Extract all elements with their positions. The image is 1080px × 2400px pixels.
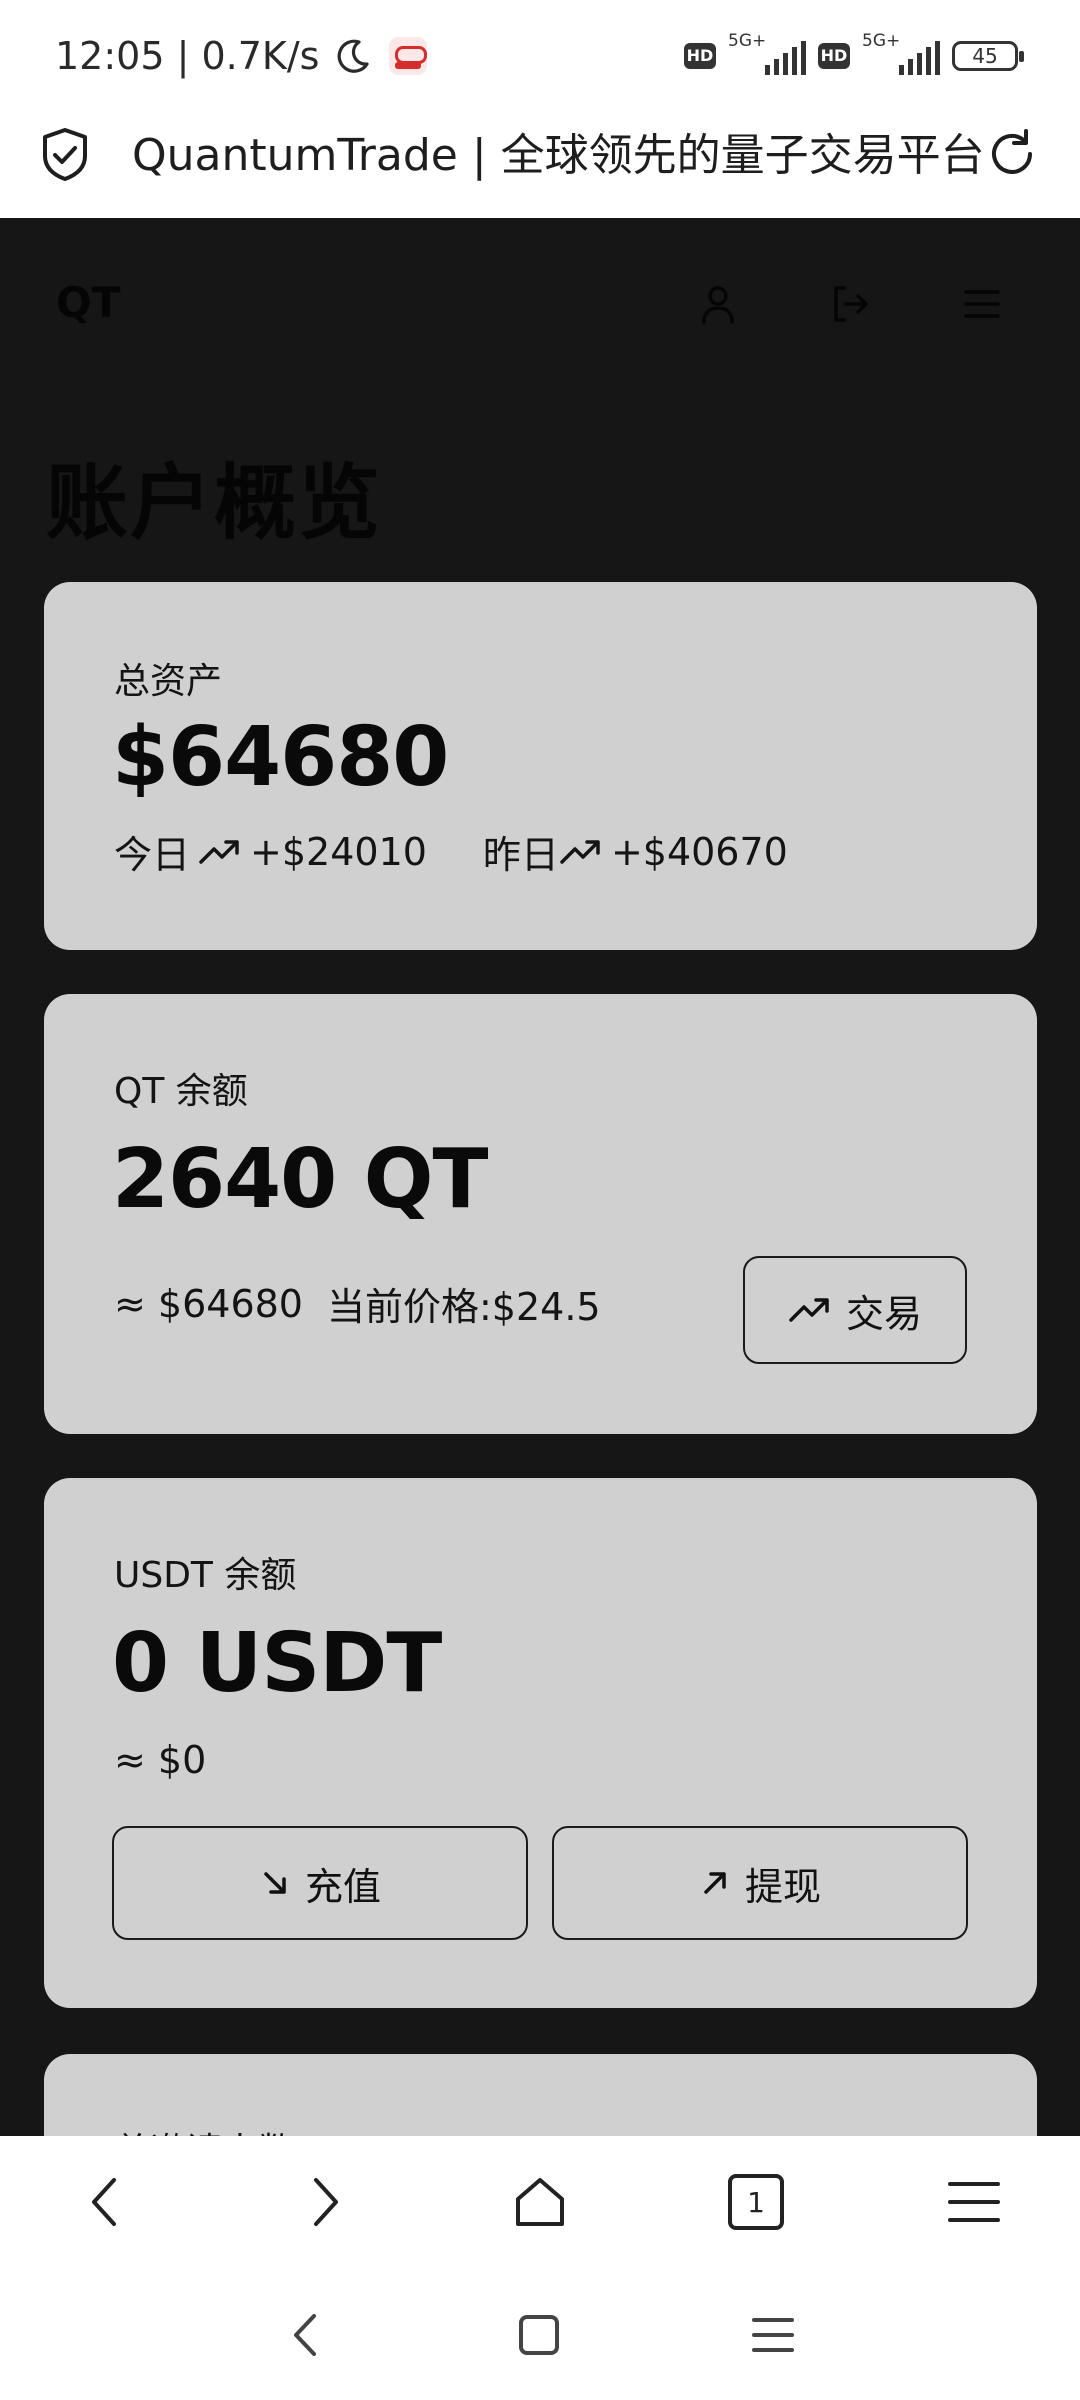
qt-price-row: ≈ $64680 当前价格:$24.5 — [114, 1276, 601, 1331]
qt-balance-card: QT 余额 2640 QT ≈ $64680 当前价格:$24.5 交易 — [44, 994, 1037, 1434]
deposit-button-label: 充值 — [304, 1864, 381, 1909]
usdt-balance-amount: 0 USDT — [112, 1616, 442, 1711]
trade-button[interactable]: 交易 — [743, 1256, 967, 1364]
site-header: QT — [0, 218, 1080, 388]
qt-current-price: 当前价格:$24.5 — [326, 1285, 601, 1329]
menu-icon[interactable] — [960, 282, 1004, 326]
trend-up-icon — [199, 839, 239, 864]
hd-icon-2: HD — [818, 43, 850, 69]
total-assets-card: 总资产 $64680 今日 +$24010 昨日 +$40670 — [44, 582, 1037, 950]
forward-icon[interactable] — [294, 2172, 354, 2232]
withdraw-button-label: 提现 — [744, 1864, 821, 1909]
trade-button-label: 交易 — [845, 1291, 922, 1336]
qt-balance-label: QT 余额 — [114, 1071, 248, 1112]
total-assets-amount: $64680 — [112, 710, 449, 805]
site-logo[interactable]: QT — [56, 278, 120, 327]
reload-icon[interactable] — [986, 128, 1038, 180]
signal-icon-2: 5G+ — [862, 31, 940, 79]
deposit-button[interactable]: 充值 — [112, 1826, 528, 1940]
total-assets-label: 总资产 — [114, 661, 223, 702]
user-icon[interactable] — [696, 282, 740, 326]
usdt-approx-row: ≈ $0 — [114, 1738, 206, 1782]
tab-count: 1 — [747, 2185, 765, 2219]
system-recents-icon[interactable] — [748, 2310, 798, 2360]
home-icon[interactable] — [510, 2172, 570, 2232]
tabs-icon[interactable]: 1 — [728, 2174, 784, 2230]
withdraw-button[interactable]: 提现 — [552, 1826, 968, 1940]
usdt-approx-value: ≈ $0 — [114, 1738, 207, 1782]
browser-menu-icon[interactable] — [944, 2172, 1004, 2232]
signal-label: 5G+ — [728, 31, 767, 51]
usdt-balance-label: USDT 余额 — [114, 1555, 297, 1596]
status-left: 12:05 | 0.7K/s — [55, 26, 428, 86]
web-content: QT 账户概览 总资产 $64680 今日 +$24010 昨日 +$40670… — [0, 218, 1080, 2136]
address-bar[interactable]: QuantumTrade | 全球领先的量子交易平台 — [0, 104, 1080, 218]
back-icon[interactable] — [76, 2172, 136, 2232]
arrow-up-right-icon — [704, 1872, 726, 1894]
invites-label: 总邀请人数 — [114, 2122, 294, 2136]
yesterday-profit: +$40670 — [610, 829, 788, 874]
trend-up-icon-3 — [789, 1298, 829, 1322]
page-title[interactable]: QuantumTrade | 全球领先的量子交易平台 — [132, 124, 985, 188]
signal-label-2: 5G+ — [862, 31, 901, 51]
today-profit: +$24010 — [250, 829, 427, 874]
today-label: 今日 — [114, 833, 191, 877]
status-time-speed: 12:05 | 0.7K/s — [55, 34, 320, 78]
status-right: HD 5G+ HD 5G+ 45 — [684, 30, 1024, 82]
page-heading: 账户概览 — [46, 456, 383, 551]
logout-icon[interactable] — [828, 282, 872, 326]
system-back-icon[interactable] — [282, 2310, 332, 2360]
qt-approx-value: ≈ $64680 — [114, 1281, 303, 1326]
qt-balance-amount: 2640 QT — [112, 1132, 488, 1227]
browser-toolbar: 1 — [0, 2136, 1080, 2270]
status-bar: 12:05 | 0.7K/s HD 5G+ HD 5G+ 45 — [0, 0, 1080, 104]
invites-card: 总邀请人数 — [44, 2054, 1037, 2136]
system-home-icon[interactable] — [514, 2310, 564, 2360]
moon-icon — [338, 39, 370, 73]
arrow-down-right-icon — [264, 1872, 286, 1894]
trend-up-icon-2 — [560, 839, 600, 864]
yesterday-label: 昨日 — [482, 833, 559, 877]
shield-check-icon[interactable] — [40, 126, 90, 182]
system-nav-bar — [0, 2270, 1080, 2400]
battery-icon: 45 — [952, 41, 1024, 71]
profit-row: 今日 +$24010 昨日 +$40670 — [114, 824, 788, 879]
signal-icon: 5G+ — [728, 31, 806, 79]
app-notification-icon — [389, 37, 428, 75]
hd-icon: HD — [684, 43, 716, 69]
usdt-balance-card: USDT 余额 0 USDT ≈ $0 充值 提现 — [44, 1478, 1037, 2008]
